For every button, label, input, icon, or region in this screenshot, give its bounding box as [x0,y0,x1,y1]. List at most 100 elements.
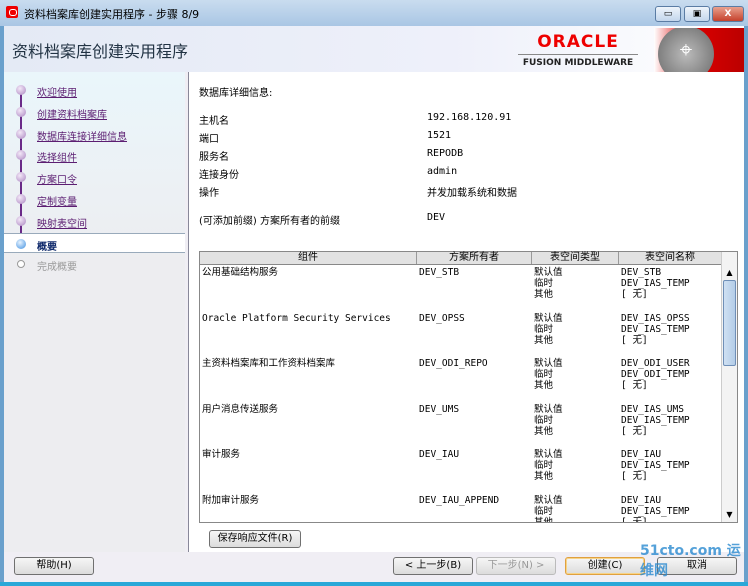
logo-oracle-text: ORACLE [518,32,638,55]
step-7[interactable]: 映射表空间 [4,211,185,231]
step-marker-icon [16,128,26,139]
tablespace-name-cell: DEV_ODI_USER DEV_ODI_TEMP [ 无] [621,358,690,391]
steps-sidebar: 欢迎使用创建资料档案库数据库连接详细信息 选择组件方案口令定制变量映射表空间概要完… [4,72,185,552]
minimize-button[interactable]: ▭ [655,6,681,22]
table-header: 组件 方案所有者 表空间类型 表空间名称 [200,252,722,265]
title-bar: 资料档案库创建实用程序 - 步骤 8/9 ▭ ▣ X [0,0,748,26]
fusion-badge-icon: ⌖ [654,28,744,72]
step-label: 完成概要 [37,262,77,274]
step-marker-icon [16,215,26,226]
table-row[interactable]: 附加审计服务 DEV_IAU_APPEND 默认值 临时 其他 DEV_IAU DEV… [200,493,722,523]
step-marker-icon [16,106,26,117]
detail-value: 192.168.120.91 [427,112,512,123]
tablespace-name-cell: DEV_IAU DEV_IAS_TEMP [ 无] [621,449,690,482]
owner-cell: DEV_ODI_REPO [419,358,488,369]
component-cell: Oracle Platform Security Services [202,312,391,324]
step-label: 概要 [37,241,57,253]
component-cell: 审计服务 [202,449,241,460]
tablespace-name-cell: DEV_STB DEV_IAS_TEMP [ 无] [621,267,690,300]
owner-cell: DEV_IAU [419,449,460,460]
step-marker-icon [17,260,25,269]
summary-panel: 数据库详细信息: 主机名 192.168.120.91 端口 1521 服务名 REPOD… [188,72,744,552]
step-marker-icon [16,85,26,95]
taskbar-edge [0,582,748,586]
tablespace-name-cell: DEV_IAU DEV_IAS_TEMP [ 无] [621,494,690,523]
tablespace-type-cell: 默认值 临时 其他 [534,449,563,482]
step-label: 创建资料档案库 [37,109,107,121]
step-8[interactable]: 概要 [4,232,185,253]
step-4[interactable]: 选择组件 [4,145,185,165]
component-cell: 公用基础结构服务 [202,267,279,278]
step-label: 选择组件 [37,153,77,165]
owner-cell: DEV_UMS [419,403,460,415]
detail-value: REPODB [427,148,464,159]
table-row[interactable]: 审计服务 DEV_IAU 默认值 临时 其他 DEV_IAU DEV_IAS_TEMP… [200,447,722,493]
summary-table: 组件 方案所有者 表空间类型 表空间名称 公用基础结构服务 DEV_STB 默认值 … [199,251,738,523]
detail-label: 服务名 [199,152,229,163]
owner-cell: DEV_OPSS [419,312,465,324]
logo-subtitle: FUSION MIDDLEWARE [522,58,634,68]
detail-value: 并发加载系统和数据 [427,188,517,199]
table-body: 公用基础结构服务 DEV_STB 默认值 临时 其他 DEV_STB DEV_IAS_… [200,265,722,522]
oracle-logo: ORACLE FUSION MIDDLEWARE [518,32,638,68]
table-row[interactable]: 用户消息传送服务 DEV_UMS 默认值 临时 其他 DEV_IAS_UMS DEV_… [200,402,722,448]
step-label: 映射表空间 [37,218,87,230]
owner-cell: DEV_IAU_APPEND [419,494,500,506]
step-1[interactable]: 欢迎使用 [4,80,185,100]
tablespace-type-cell: 默认值 临时 其他 [534,358,563,391]
detail-label: 端口 [199,134,219,145]
app-title: 资料档案库创建实用程序 [12,42,189,61]
detail-value: admin [427,166,458,177]
step-marker-icon [16,194,26,204]
tablespace-type-cell: 默认值 临时 其他 [534,312,563,346]
scroll-up-icon[interactable]: ▲ [722,266,737,280]
scroll-thumb[interactable] [723,280,736,366]
step-marker-icon [16,172,26,183]
component-cell: 附加审计服务 [202,494,260,506]
help-button[interactable]: 帮助(H) [14,557,94,575]
prefix-value: DEV [427,212,446,223]
table-scrollbar[interactable]: ▲ ▼ [721,252,737,522]
step-marker-icon [16,238,26,249]
scroll-down-icon[interactable]: ▼ [722,508,737,522]
detail-label: 主机名 [199,116,229,127]
step-2[interactable]: 创建资料档案库 [4,102,185,122]
step-3[interactable]: 数据库连接详细信息 [4,124,185,144]
step-marker-icon [16,150,26,161]
column-header-tablespace-name[interactable]: 表空间名称 [619,252,722,264]
component-cell: 用户消息传送服务 [202,403,279,415]
watermark: 51cto.com 运维网 [640,543,741,579]
column-header-owner[interactable]: 方案所有者 [417,252,532,264]
details-heading: 数据库详细信息: [199,88,273,99]
detail-label: 操作 [199,188,219,199]
maximize-button[interactable]: ▣ [684,6,710,22]
prefix-label: (可添加前缀) 方案所有者的前缀 [199,216,340,227]
tablespace-type-cell: 默认值 临时 其他 [534,267,563,300]
close-button[interactable]: X [712,6,744,22]
table-row[interactable]: Oracle Platform Security Services DEV_OPS… [200,311,722,357]
owner-cell: DEV_STB [419,267,460,278]
column-header-tablespace-type[interactable]: 表空间类型 [532,252,619,264]
table-row[interactable]: 主资料档案库和工作资料档案库 DEV_ODI_REPO 默认值 临时 其他 DEV_O… [200,356,722,402]
back-button[interactable]: < 上一步(B) [393,557,473,575]
tablespace-name-cell: DEV_IAS_OPSS DEV_IAS_TEMP [ 无] [621,312,690,346]
column-header-component[interactable]: 组件 [200,252,417,264]
wizard-frame: 资料档案库创建实用程序 ORACLE FUSION MIDDLEWARE ⌖ 欢… [4,26,744,582]
tablespace-type-cell: 默认值 临时 其他 [534,494,563,523]
create-button[interactable]: 创建(C) [565,557,645,575]
detail-label: 连接身份 [199,170,239,181]
header-banner: 资料档案库创建实用程序 ORACLE FUSION MIDDLEWARE ⌖ [4,26,744,72]
table-row[interactable]: 公用基础结构服务 DEV_STB 默认值 临时 其他 DEV_STB DEV_IAS_… [200,265,722,311]
step-label: 定制变量 [37,197,77,208]
step-9: 完成概要 [4,254,185,274]
oracle-app-icon [6,6,18,18]
step-6[interactable]: 定制变量 [4,189,185,209]
save-response-file-button[interactable]: 保存响应文件(R) [209,530,301,548]
step-5[interactable]: 方案口令 [4,167,185,187]
tablespace-type-cell: 默认值 临时 其他 [534,403,563,437]
next-button[interactable]: 下一步(N) > [476,557,556,575]
component-cell: 主资料档案库和工作资料档案库 [202,358,336,369]
step-label: 数据库连接详细信息 [37,131,127,143]
window-title: 资料档案库创建实用程序 - 步骤 8/9 [24,8,200,21]
tablespace-name-cell: DEV_IAS_UMS DEV_IAS_TEMP [ 无] [621,403,690,437]
